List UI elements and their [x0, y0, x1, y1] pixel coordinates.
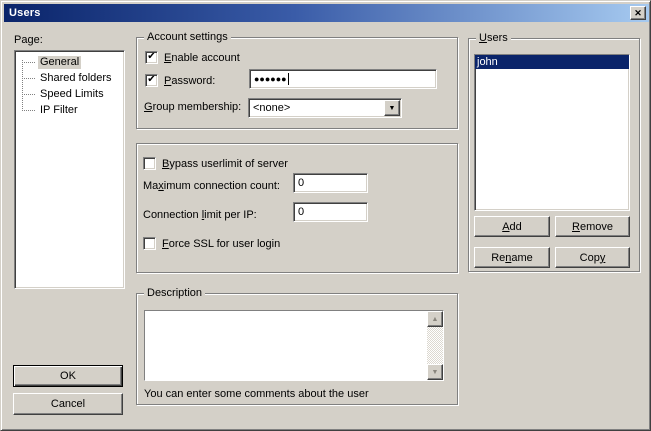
- rename-button[interactable]: Rename: [474, 247, 550, 268]
- arrow-down-icon: ▼: [432, 369, 439, 376]
- description-scrollbar[interactable]: ▲ ▼: [427, 311, 443, 380]
- bypass-userlimit-checkbox[interactable]: ✔: [143, 157, 156, 170]
- ok-button[interactable]: OK: [13, 365, 123, 387]
- close-button[interactable]: ✕: [630, 6, 646, 20]
- users-group-title: Users: [476, 32, 511, 45]
- password-value: ●●●●●●: [254, 74, 287, 84]
- group-membership-value: <none>: [249, 102, 383, 114]
- add-button[interactable]: Add: [474, 216, 550, 237]
- tree-branch-line: [22, 94, 35, 95]
- checkmark-icon: ✔: [147, 52, 155, 62]
- remove-button[interactable]: Remove: [555, 216, 630, 237]
- max-connection-label: Maximum connection count:: [143, 180, 280, 193]
- tree-branch-line: [22, 110, 35, 111]
- checkmark-icon: ✔: [147, 75, 155, 85]
- tree-branch-line: [22, 78, 35, 79]
- scroll-down-button[interactable]: ▼: [427, 364, 443, 380]
- enable-account-label[interactable]: Enable account: [164, 52, 240, 65]
- bypass-userlimit-label[interactable]: Bypass userlimit of server: [162, 158, 288, 171]
- user-list-item[interactable]: john: [475, 55, 629, 69]
- arrow-up-icon: ▲: [432, 316, 439, 323]
- text-caret: [288, 73, 289, 85]
- scroll-up-button[interactable]: ▲: [427, 311, 443, 327]
- dropdown-button[interactable]: ▼: [384, 100, 400, 116]
- window-title: Users: [9, 7, 41, 19]
- tree-item-speed-limits[interactable]: Speed Limits: [15, 86, 124, 102]
- limit-per-ip-label: Connection limit per IP:: [143, 209, 257, 222]
- page-tree: General Shared folders Speed Limits IP F…: [14, 50, 125, 289]
- tree-item-ip-filter[interactable]: IP Filter: [15, 102, 124, 118]
- close-icon: ✕: [634, 8, 642, 18]
- password-label[interactable]: Password:: [164, 75, 215, 88]
- force-ssl-label[interactable]: Force SSL for user login: [162, 238, 280, 251]
- users-dialog: Users ✕ Page: General Shared folders Spe…: [0, 0, 651, 431]
- password-input[interactable]: ●●●●●●: [249, 69, 437, 89]
- password-checkbox[interactable]: ✔: [145, 74, 158, 87]
- limit-per-ip-value: 0: [298, 206, 304, 218]
- force-ssl-checkbox[interactable]: ✔: [143, 237, 156, 250]
- limit-per-ip-input[interactable]: 0: [293, 202, 368, 222]
- enable-account-checkbox[interactable]: ✔: [145, 51, 158, 64]
- group-membership-dropdown[interactable]: <none> ▼: [248, 98, 402, 118]
- description-textarea[interactable]: ▲ ▼: [144, 310, 444, 381]
- tree-item-general[interactable]: General: [15, 54, 124, 70]
- account-settings-title: Account settings: [144, 31, 231, 44]
- titlebar[interactable]: Users: [4, 4, 649, 22]
- users-listbox[interactable]: john: [474, 54, 630, 211]
- tree-branch-line: [22, 62, 35, 63]
- max-connection-value: 0: [298, 177, 304, 189]
- description-title: Description: [144, 287, 205, 300]
- max-connection-input[interactable]: 0: [293, 173, 368, 193]
- cancel-button[interactable]: Cancel: [13, 393, 123, 415]
- copy-button[interactable]: Copy: [555, 247, 630, 268]
- page-label: Page:: [14, 34, 43, 47]
- description-hint: You can enter some comments about the us…: [144, 388, 369, 401]
- user-name: john: [477, 56, 498, 68]
- tree-item-shared-folders[interactable]: Shared folders: [15, 70, 124, 86]
- chevron-down-icon: ▼: [389, 105, 396, 112]
- description-value[interactable]: [145, 311, 427, 380]
- group-membership-label: Group membership:: [144, 101, 241, 114]
